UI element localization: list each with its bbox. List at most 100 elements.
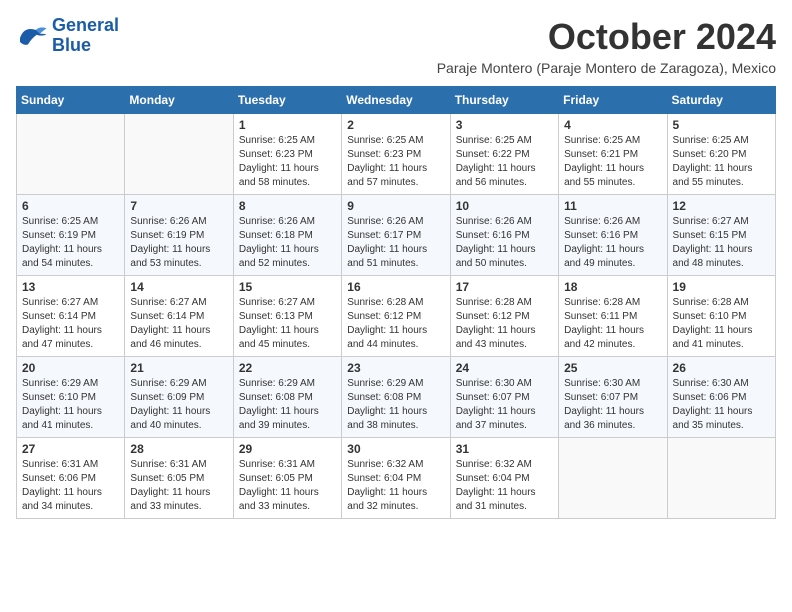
- calendar-cell: 8 Sunrise: 6:26 AMSunset: 6:18 PMDaylight…: [233, 195, 341, 276]
- calendar-cell: 27 Sunrise: 6:31 AMSunset: 6:06 PMDayligh…: [17, 438, 125, 519]
- day-number: 2: [347, 118, 444, 132]
- day-number: 25: [564, 361, 661, 375]
- location-title: Paraje Montero (Paraje Montero de Zarago…: [437, 60, 776, 76]
- day-info: Sunrise: 6:26 AMSunset: 6:19 PMDaylight:…: [130, 215, 227, 271]
- day-info: Sunrise: 6:27 AMSunset: 6:15 PMDaylight:…: [673, 215, 770, 271]
- day-info: Sunrise: 6:25 AMSunset: 6:23 PMDaylight:…: [239, 134, 336, 190]
- day-number: 31: [456, 442, 553, 456]
- day-number: 16: [347, 280, 444, 294]
- day-number: 8: [239, 199, 336, 213]
- day-info: Sunrise: 6:25 AMSunset: 6:22 PMDaylight:…: [456, 134, 553, 190]
- day-number: 18: [564, 280, 661, 294]
- calendar-cell: 20 Sunrise: 6:29 AMSunset: 6:10 PMDayligh…: [17, 357, 125, 438]
- calendar-cell: 3 Sunrise: 6:25 AMSunset: 6:22 PMDaylight…: [450, 114, 558, 195]
- week-row-2: 13 Sunrise: 6:27 AMSunset: 6:14 PMDayligh…: [17, 276, 776, 357]
- day-number: 20: [22, 361, 119, 375]
- day-number: 26: [673, 361, 770, 375]
- day-info: Sunrise: 6:30 AMSunset: 6:06 PMDaylight:…: [673, 377, 770, 433]
- calendar-cell: 16Sunrise: 6:28 AMSunset: 6:12 PMDayligh…: [342, 276, 450, 357]
- day-number: 17: [456, 280, 553, 294]
- calendar-cell: [559, 438, 667, 519]
- page-header: General Blue October 2024 Paraje Montero…: [16, 16, 776, 76]
- day-info: Sunrise: 6:28 AMSunset: 6:12 PMDaylight:…: [456, 296, 553, 352]
- calendar-cell: 26 Sunrise: 6:30 AMSunset: 6:06 PMDayligh…: [667, 357, 775, 438]
- day-info: Sunrise: 6:26 AMSunset: 6:16 PMDaylight:…: [564, 215, 661, 271]
- header-wednesday: Wednesday: [342, 87, 450, 114]
- calendar-cell: 22 Sunrise: 6:29 AMSunset: 6:08 PMDayligh…: [233, 357, 341, 438]
- header-monday: Monday: [125, 87, 233, 114]
- day-info: Sunrise: 6:25 AMSunset: 6:19 PMDaylight:…: [22, 215, 119, 271]
- header-friday: Friday: [559, 87, 667, 114]
- calendar-cell: 17 Sunrise: 6:28 AMSunset: 6:12 PMDayligh…: [450, 276, 558, 357]
- calendar-cell: 19Sunrise: 6:28 AMSunset: 6:10 PMDayligh…: [667, 276, 775, 357]
- week-row-3: 20 Sunrise: 6:29 AMSunset: 6:10 PMDayligh…: [17, 357, 776, 438]
- calendar-cell: 29 Sunrise: 6:31 AMSunset: 6:05 PMDayligh…: [233, 438, 341, 519]
- week-row-1: 6Sunrise: 6:25 AMSunset: 6:19 PMDaylight…: [17, 195, 776, 276]
- day-info: Sunrise: 6:29 AMSunset: 6:09 PMDaylight:…: [130, 377, 227, 433]
- calendar-header: SundayMondayTuesdayWednesdayThursdayFrid…: [17, 87, 776, 114]
- day-number: 3: [456, 118, 553, 132]
- day-info: Sunrise: 6:25 AMSunset: 6:20 PMDaylight:…: [673, 134, 770, 190]
- day-number: 30: [347, 442, 444, 456]
- day-info: Sunrise: 6:26 AMSunset: 6:17 PMDaylight:…: [347, 215, 444, 271]
- calendar-cell: 15Sunrise: 6:27 AMSunset: 6:13 PMDayligh…: [233, 276, 341, 357]
- day-info: Sunrise: 6:27 AMSunset: 6:14 PMDaylight:…: [22, 296, 119, 352]
- day-number: 12: [673, 199, 770, 213]
- header-tuesday: Tuesday: [233, 87, 341, 114]
- logo-bird-icon: [16, 22, 48, 50]
- day-number: 9: [347, 199, 444, 213]
- header-row: SundayMondayTuesdayWednesdayThursdayFrid…: [17, 87, 776, 114]
- day-number: 24: [456, 361, 553, 375]
- calendar-cell: 1 Sunrise: 6:25 AMSunset: 6:23 PMDaylight…: [233, 114, 341, 195]
- day-info: Sunrise: 6:29 AMSunset: 6:08 PMDaylight:…: [239, 377, 336, 433]
- calendar-cell: 12 Sunrise: 6:27 AMSunset: 6:15 PMDayligh…: [667, 195, 775, 276]
- day-number: 22: [239, 361, 336, 375]
- calendar-cell: 11 Sunrise: 6:26 AMSunset: 6:16 PMDayligh…: [559, 195, 667, 276]
- day-info: Sunrise: 6:31 AMSunset: 6:05 PMDaylight:…: [130, 458, 227, 514]
- day-number: 13: [22, 280, 119, 294]
- day-info: Sunrise: 6:29 AMSunset: 6:08 PMDaylight:…: [347, 377, 444, 433]
- day-number: 1: [239, 118, 336, 132]
- calendar-cell: 6Sunrise: 6:25 AMSunset: 6:19 PMDaylight…: [17, 195, 125, 276]
- day-info: Sunrise: 6:25 AMSunset: 6:21 PMDaylight:…: [564, 134, 661, 190]
- day-info: Sunrise: 6:26 AMSunset: 6:18 PMDaylight:…: [239, 215, 336, 271]
- calendar-cell: 23Sunrise: 6:29 AMSunset: 6:08 PMDayligh…: [342, 357, 450, 438]
- calendar-cell: 25 Sunrise: 6:30 AMSunset: 6:07 PMDayligh…: [559, 357, 667, 438]
- calendar-cell: 28 Sunrise: 6:31 AMSunset: 6:05 PMDayligh…: [125, 438, 233, 519]
- calendar-cell: 10Sunrise: 6:26 AMSunset: 6:16 PMDayligh…: [450, 195, 558, 276]
- day-info: Sunrise: 6:29 AMSunset: 6:10 PMDaylight:…: [22, 377, 119, 433]
- day-number: 21: [130, 361, 227, 375]
- calendar-cell: 9 Sunrise: 6:26 AMSunset: 6:17 PMDaylight…: [342, 195, 450, 276]
- day-info: Sunrise: 6:31 AMSunset: 6:06 PMDaylight:…: [22, 458, 119, 514]
- day-info: Sunrise: 6:26 AMSunset: 6:16 PMDaylight:…: [456, 215, 553, 271]
- header-thursday: Thursday: [450, 87, 558, 114]
- day-info: Sunrise: 6:30 AMSunset: 6:07 PMDaylight:…: [564, 377, 661, 433]
- day-number: 4: [564, 118, 661, 132]
- calendar-cell: 13 Sunrise: 6:27 AMSunset: 6:14 PMDayligh…: [17, 276, 125, 357]
- day-info: Sunrise: 6:27 AMSunset: 6:13 PMDaylight:…: [239, 296, 336, 352]
- day-info: Sunrise: 6:25 AMSunset: 6:23 PMDaylight:…: [347, 134, 444, 190]
- calendar-cell: 4 Sunrise: 6:25 AMSunset: 6:21 PMDaylight…: [559, 114, 667, 195]
- day-info: Sunrise: 6:27 AMSunset: 6:14 PMDaylight:…: [130, 296, 227, 352]
- logo-text: General Blue: [52, 16, 119, 56]
- day-info: Sunrise: 6:31 AMSunset: 6:05 PMDaylight:…: [239, 458, 336, 514]
- day-info: Sunrise: 6:30 AMSunset: 6:07 PMDaylight:…: [456, 377, 553, 433]
- logo: General Blue: [16, 16, 119, 56]
- day-number: 7: [130, 199, 227, 213]
- calendar-table: SundayMondayTuesdayWednesdayThursdayFrid…: [16, 86, 776, 519]
- title-block: October 2024 Paraje Montero (Paraje Mont…: [437, 16, 776, 76]
- day-number: 28: [130, 442, 227, 456]
- calendar-cell: 21 Sunrise: 6:29 AMSunset: 6:09 PMDayligh…: [125, 357, 233, 438]
- calendar-cell: 2 Sunrise: 6:25 AMSunset: 6:23 PMDaylight…: [342, 114, 450, 195]
- calendar-cell: [125, 114, 233, 195]
- day-number: 27: [22, 442, 119, 456]
- header-sunday: Sunday: [17, 87, 125, 114]
- calendar-cell: 31Sunrise: 6:32 AMSunset: 6:04 PMDayligh…: [450, 438, 558, 519]
- day-info: Sunrise: 6:28 AMSunset: 6:10 PMDaylight:…: [673, 296, 770, 352]
- calendar-cell: [17, 114, 125, 195]
- calendar-cell: 7 Sunrise: 6:26 AMSunset: 6:19 PMDaylight…: [125, 195, 233, 276]
- calendar-cell: 5Sunrise: 6:25 AMSunset: 6:20 PMDaylight…: [667, 114, 775, 195]
- day-number: 29: [239, 442, 336, 456]
- day-number: 11: [564, 199, 661, 213]
- day-info: Sunrise: 6:32 AMSunset: 6:04 PMDaylight:…: [347, 458, 444, 514]
